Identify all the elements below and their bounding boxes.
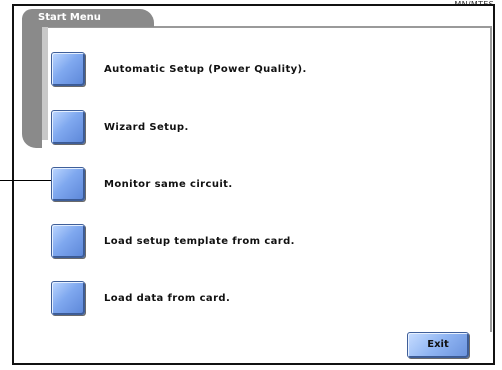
exit-button[interactable]: Exit	[407, 332, 469, 358]
load-data-button[interactable]	[51, 281, 85, 315]
automatic-setup-button[interactable]	[51, 52, 85, 86]
menu-item-label: Automatic Setup (Power Quality).	[104, 63, 307, 75]
menu-item-label: Wizard Setup.	[104, 121, 189, 133]
menu-item-label: Monitor same circuit.	[104, 178, 233, 190]
menu-item-load-setup-template[interactable]: Load setup template from card.	[51, 224, 431, 258]
menu-item-load-data[interactable]: Load data from card.	[51, 281, 431, 315]
monitor-same-circuit-button[interactable]	[51, 167, 85, 201]
wizard-setup-button[interactable]	[51, 110, 85, 144]
menu-item-label: Load setup template from card.	[104, 235, 295, 247]
menu-title-tab: Start Menu	[22, 9, 154, 27]
menu-item-automatic-setup[interactable]: Automatic Setup (Power Quality).	[51, 52, 431, 86]
callout-line	[0, 180, 51, 181]
menu-scrollbar[interactable]	[22, 18, 48, 148]
menu-item-wizard-setup[interactable]: Wizard Setup.	[51, 110, 431, 144]
load-setup-template-button[interactable]	[51, 224, 85, 258]
menu-item-monitor-same-circuit[interactable]: Monitor same circuit.	[51, 167, 431, 201]
menu-item-label: Load data from card.	[104, 292, 231, 304]
